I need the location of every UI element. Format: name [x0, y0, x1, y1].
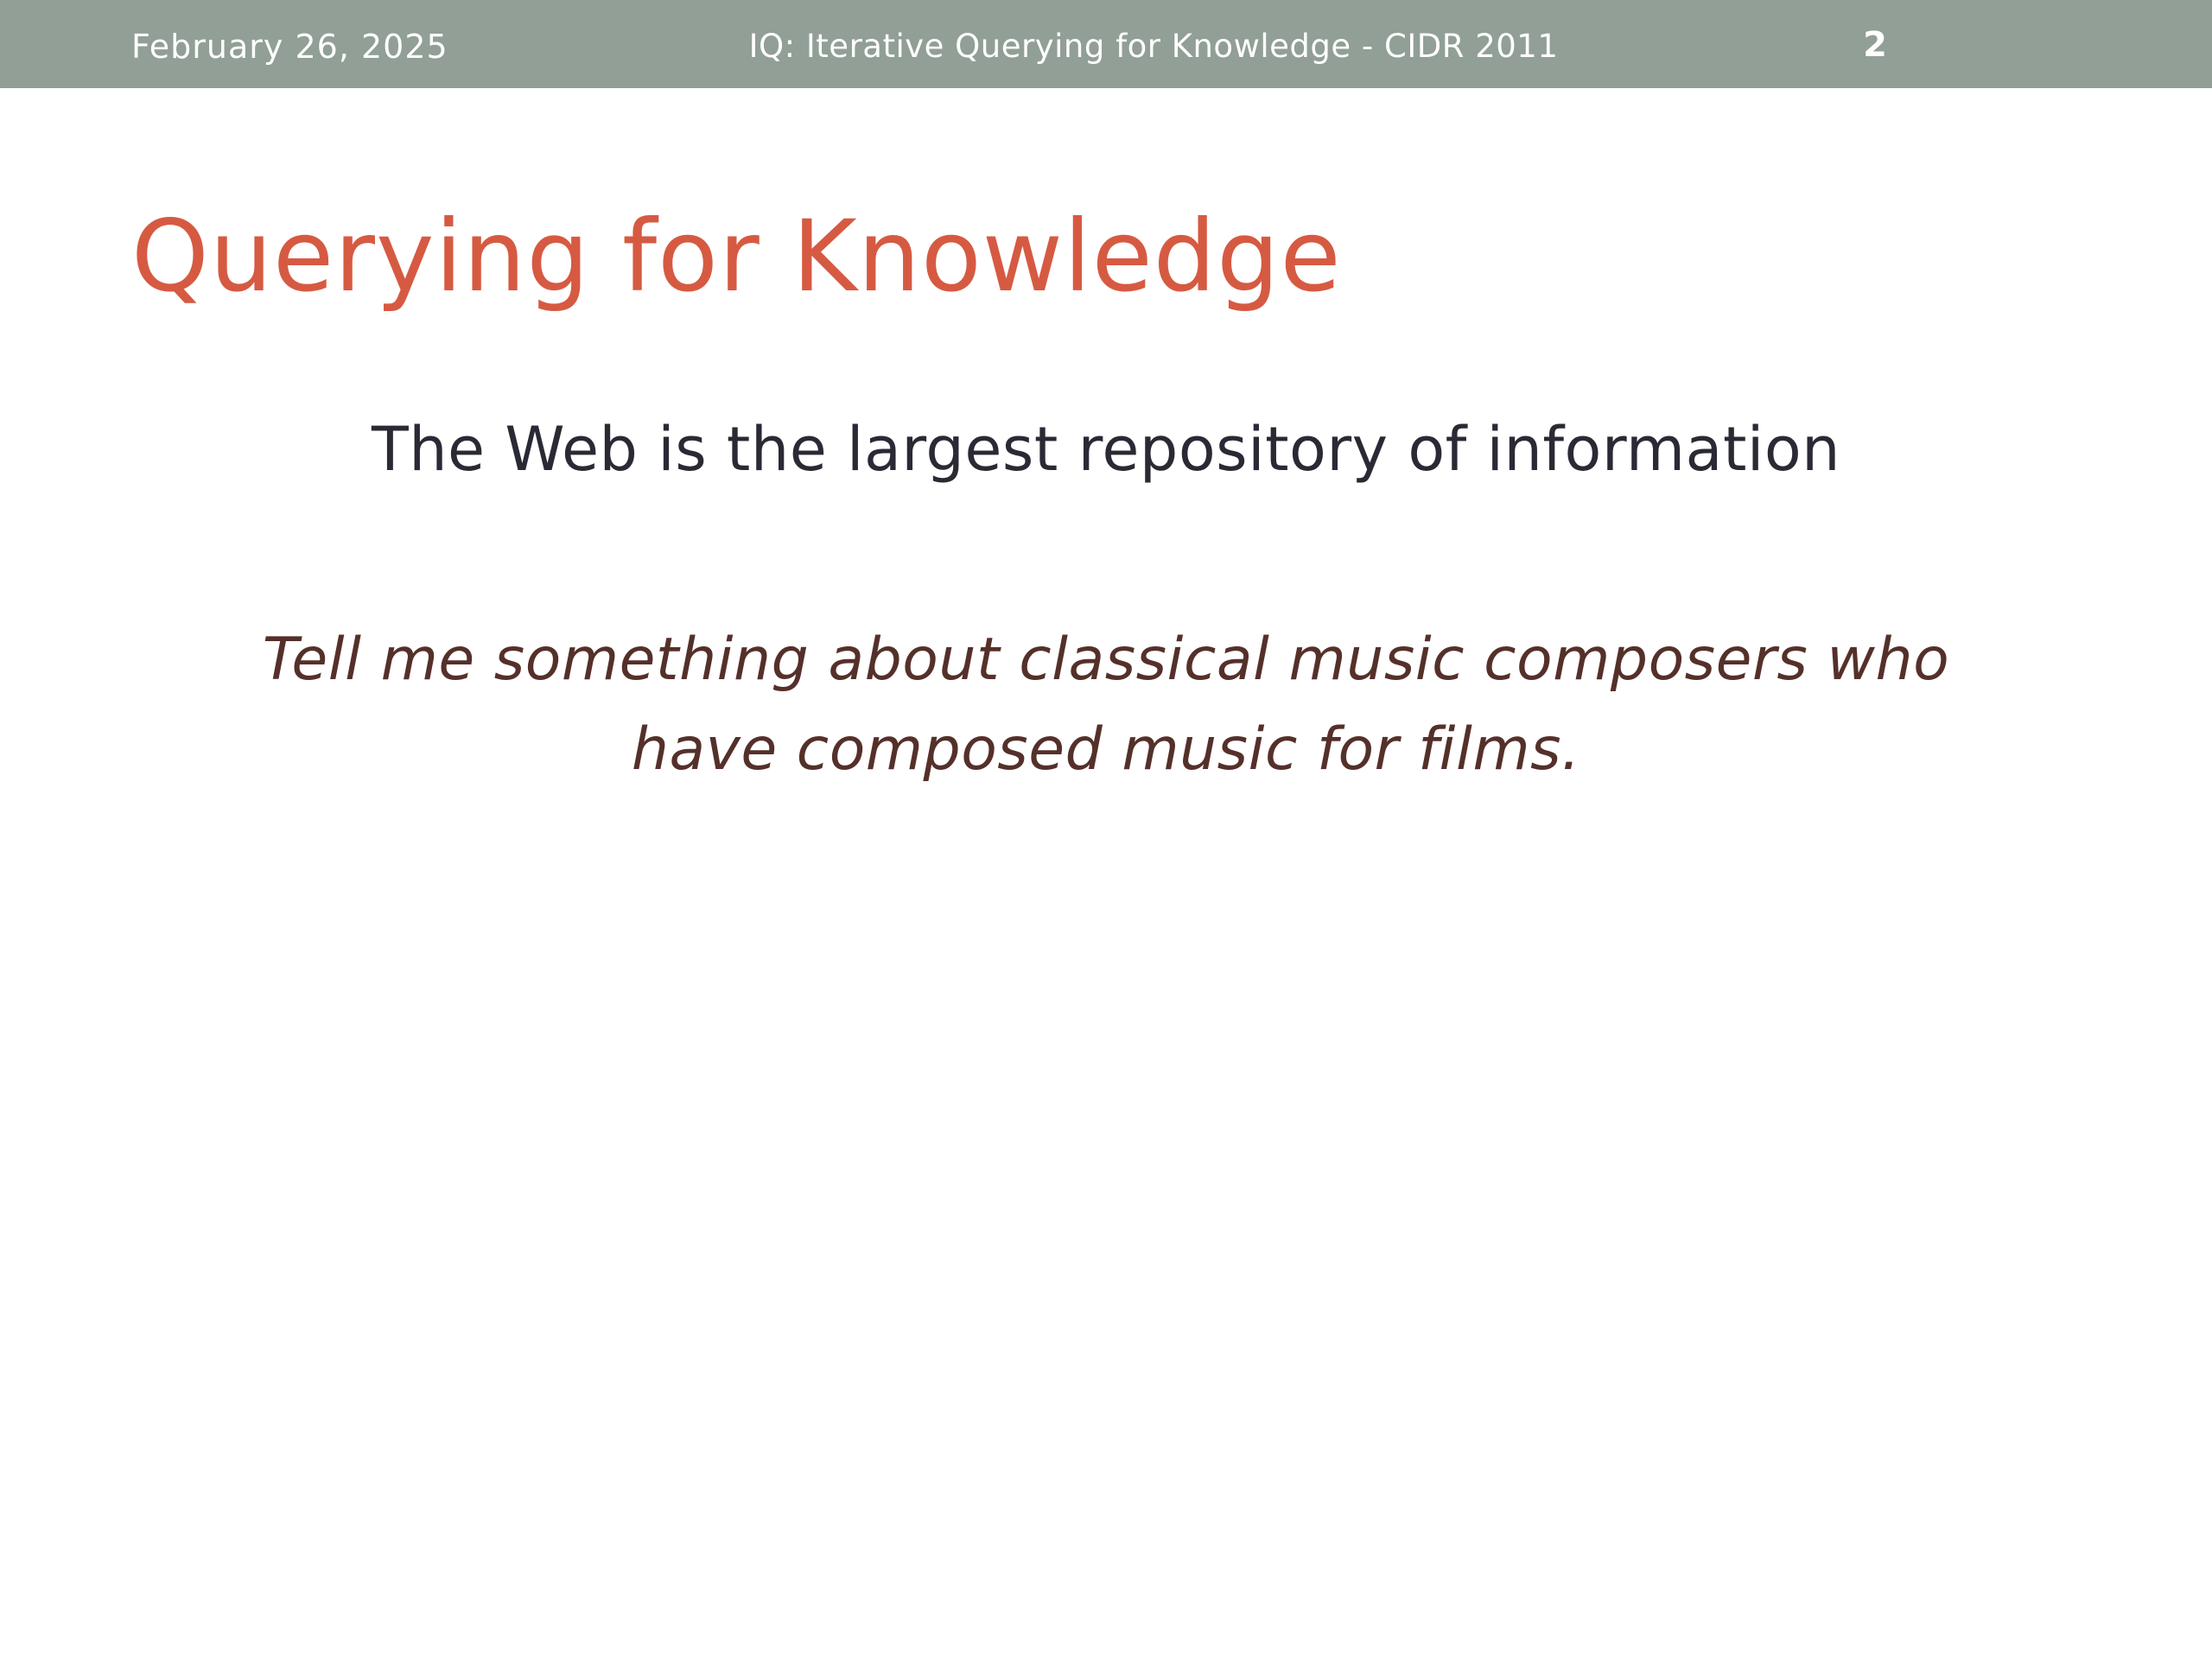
- example-query: Tell me something about classical music …: [262, 626, 1950, 784]
- slide-statement: The Web is the largest repository of inf…: [371, 414, 1841, 485]
- slide: February 26, 2025 IQ: Iterative Querying…: [0, 0, 2212, 1659]
- slide-header-bar: February 26, 2025 IQ: Iterative Querying…: [0, 0, 2212, 88]
- page-number: 2: [1863, 25, 1887, 65]
- slide-title: Querying for Knowledge: [131, 199, 1342, 314]
